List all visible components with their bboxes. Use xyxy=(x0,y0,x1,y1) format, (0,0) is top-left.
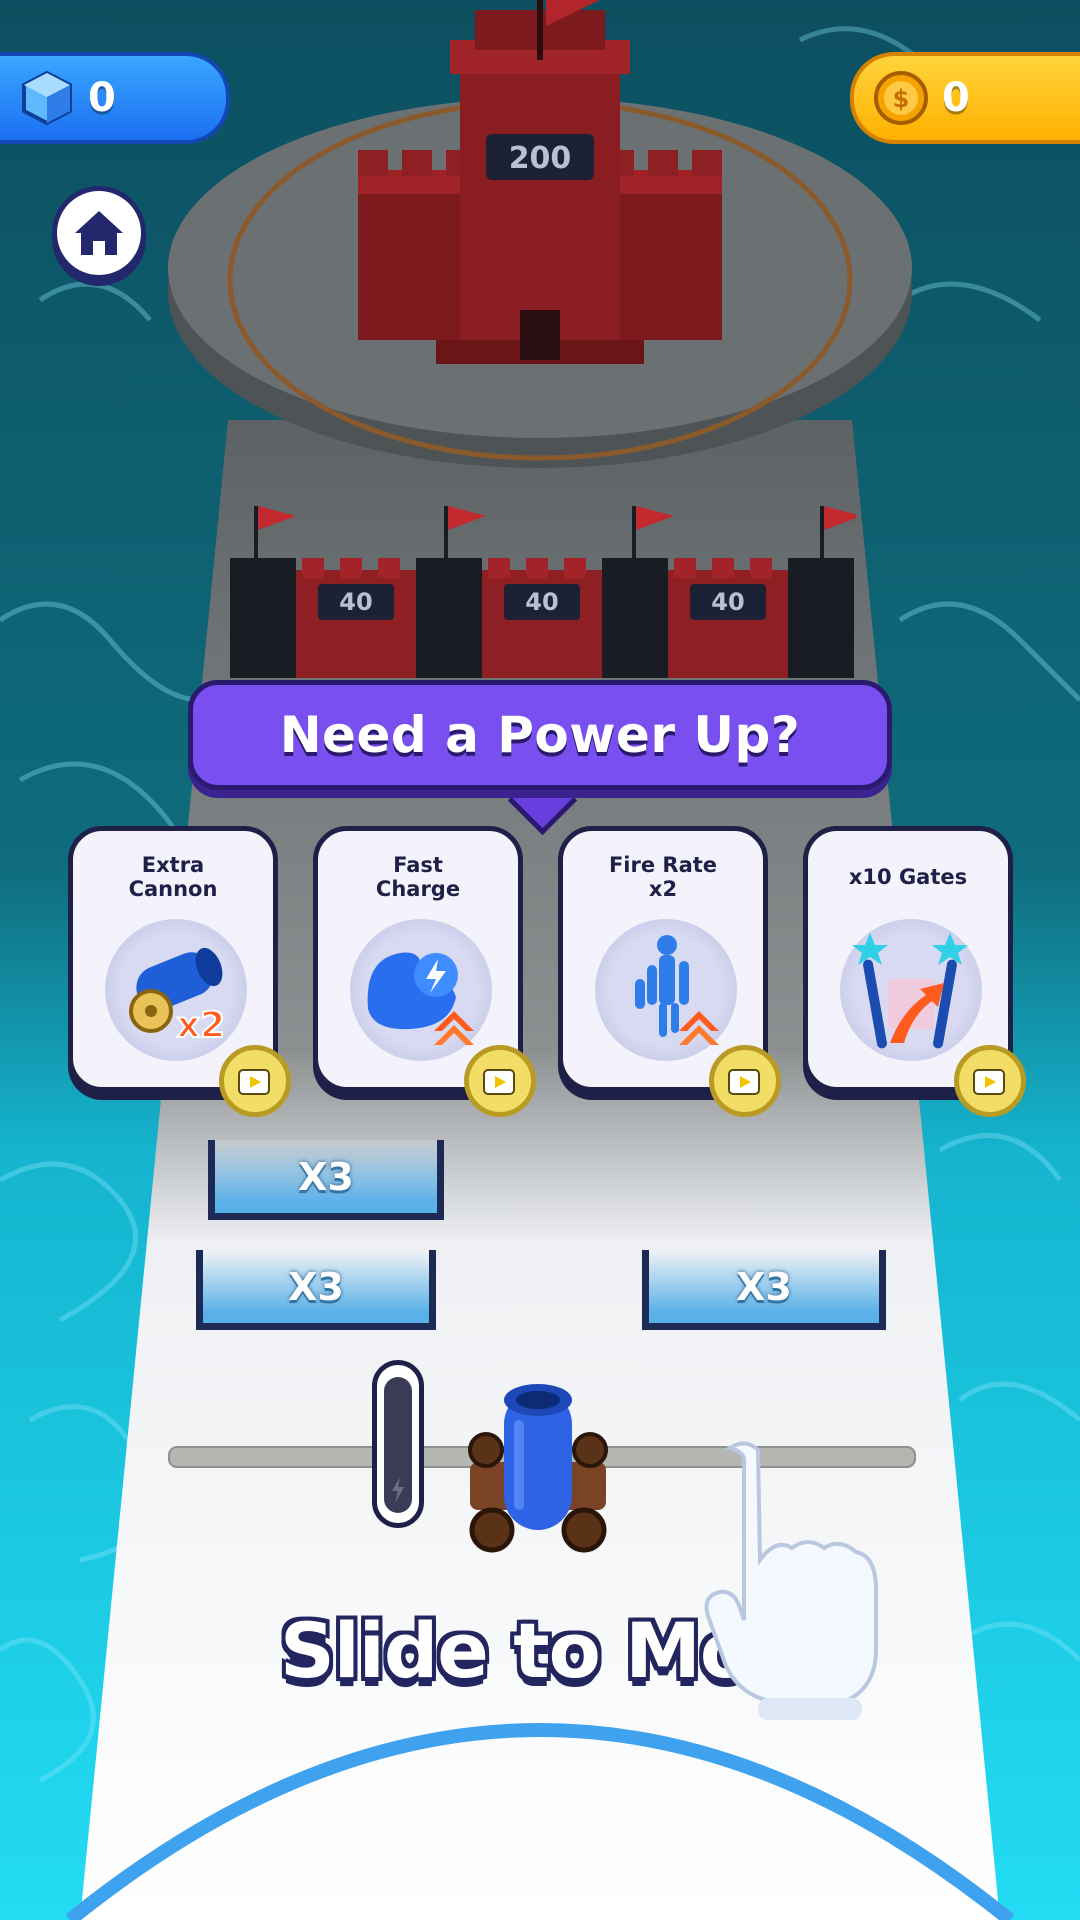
multiplier-gate: X3 xyxy=(196,1250,436,1330)
wall-hp-label: 40 xyxy=(339,588,373,616)
game-scene[interactable]: 200 40 40 40 0 $ 0 Need a Power Up? Extr… xyxy=(0,0,1080,1920)
watch-ad-button[interactable] xyxy=(954,1045,1026,1117)
charge-meter xyxy=(372,1360,424,1528)
gate-label: X3 xyxy=(736,1264,792,1309)
card-label-line: Extra xyxy=(141,853,205,877)
gem-count: 0 xyxy=(88,75,116,121)
svg-text:$: $ xyxy=(893,85,910,113)
multiplier-gate: X3 xyxy=(208,1140,444,1220)
home-button[interactable] xyxy=(52,186,146,280)
card-label: Extra Cannon xyxy=(73,853,273,901)
multiplier-gate: X3 xyxy=(642,1250,886,1330)
lightning-icon xyxy=(392,1477,404,1503)
powerup-banner: Need a Power Up? xyxy=(188,680,892,790)
gate-label: X3 xyxy=(298,1154,354,1199)
svg-text:x2: x2 xyxy=(177,1005,225,1046)
coin-count: 0 xyxy=(942,75,970,121)
video-ad-icon xyxy=(728,1069,760,1095)
cannon-x2-icon: x2 xyxy=(129,947,226,1047)
powerup-card-x10-gates[interactable]: x10 Gates xyxy=(803,826,1026,1117)
card-label-line: Fast xyxy=(393,853,443,877)
video-ad-icon xyxy=(238,1069,270,1095)
card-label-line: Charge xyxy=(375,877,461,901)
card-label-line: Cannon xyxy=(128,877,218,901)
gold-coin-icon: $ xyxy=(874,71,928,125)
powerup-card-fire-rate[interactable]: Fire Rate x2 xyxy=(558,826,781,1117)
player-cannon[interactable] xyxy=(458,1380,618,1560)
powerup-card-extra-cannon[interactable]: Extra Cannon x2 xyxy=(68,826,291,1117)
watch-ad-button[interactable] xyxy=(219,1045,291,1117)
powerup-card-fast-charge[interactable]: Fast Charge xyxy=(313,826,536,1117)
watch-ad-button[interactable] xyxy=(709,1045,781,1117)
gate-label: X3 xyxy=(288,1264,344,1309)
flexed-arm-bolt-icon xyxy=(367,952,474,1045)
magic-wands-icon xyxy=(852,933,968,1049)
coin-counter: $ 0 xyxy=(850,52,1080,144)
card-label-line: x2 xyxy=(648,877,678,901)
card-label-line: Fire Rate xyxy=(608,853,718,877)
gem-cube-icon xyxy=(22,70,72,126)
wall-hp-label: 40 xyxy=(525,588,559,616)
video-ad-icon xyxy=(483,1069,515,1095)
powerup-title: Need a Power Up? xyxy=(279,706,801,764)
card-label: Fire Rate x2 xyxy=(563,853,763,901)
card-label: Fast Charge xyxy=(318,853,518,901)
card-label-line: x10 Gates xyxy=(848,865,968,889)
hand-pointer-icon xyxy=(704,1441,878,1720)
home-icon xyxy=(75,211,123,255)
fire-rate-figure-icon xyxy=(635,935,719,1045)
gem-counter: 0 xyxy=(0,52,230,144)
castle-hp-label: 200 xyxy=(508,141,572,176)
enemy-castle xyxy=(358,0,722,364)
card-label: x10 Gates xyxy=(808,865,1008,889)
video-ad-icon xyxy=(973,1069,1005,1095)
watch-ad-button[interactable] xyxy=(464,1045,536,1117)
wall-hp-label: 40 xyxy=(711,588,745,616)
powerup-cards: Extra Cannon x2 Fast Charge Fire Rate x2… xyxy=(68,826,1026,1117)
